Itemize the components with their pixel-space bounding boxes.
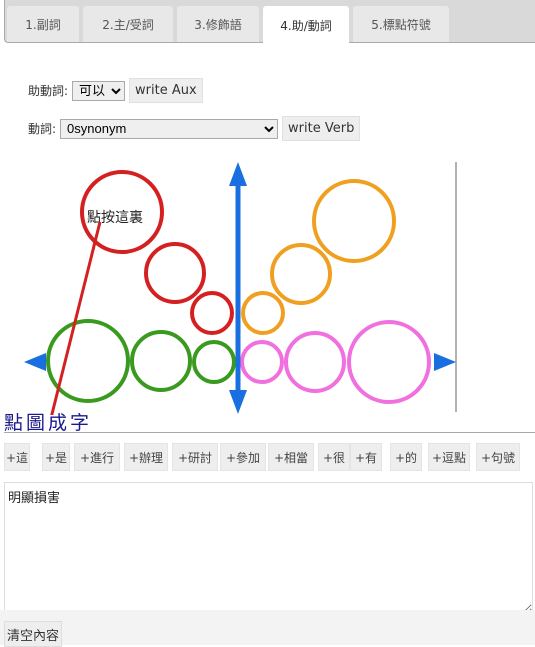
write-aux-button[interactable]: write Aux <box>129 78 203 103</box>
section-title: 點圖成字 <box>4 412 93 434</box>
tab-bar: 1.副詞 2.主/受詞 3.修飾語 4.助/動詞 5.標點符號 <box>4 0 535 44</box>
tab-adverb[interactable]: 1.副詞 <box>7 6 79 42</box>
bottom-bar <box>0 610 535 645</box>
word-button[interactable]: +很 <box>318 443 350 471</box>
click-here-annotation: 點按這裏 <box>87 209 143 226</box>
green-circle[interactable] <box>192 340 236 384</box>
clear-content-button[interactable]: 清空內容 <box>4 621 63 647</box>
word-button[interactable]: +是 <box>42 443 70 471</box>
red-circle[interactable] <box>190 291 234 335</box>
word-button[interactable]: +這 <box>4 443 30 471</box>
arrow-up-icon <box>229 162 247 186</box>
aux-label: 助動詞: <box>28 84 69 98</box>
verb-select[interactable]: 0synonym <box>60 118 279 139</box>
green-circle[interactable] <box>46 319 130 403</box>
word-button[interactable]: +句號 <box>476 443 520 471</box>
tab-subject-object[interactable]: 2.主/受詞 <box>83 6 173 42</box>
word-button[interactable]: +有 <box>350 443 382 471</box>
write-verb-button[interactable]: write Verb <box>282 116 361 141</box>
pink-circle[interactable] <box>347 320 431 404</box>
verb-label: 動詞: <box>28 122 57 136</box>
orange-circle[interactable] <box>312 179 396 263</box>
divider <box>4 432 535 433</box>
word-button[interactable]: +辦理 <box>124 443 168 471</box>
word-button[interactable]: +研討 <box>172 443 218 471</box>
tab-aux-verb[interactable]: 4.助/動詞 <box>263 6 349 44</box>
arrow-right-icon <box>434 353 456 371</box>
arrow-down-icon <box>229 390 247 414</box>
red-circle[interactable] <box>144 242 206 304</box>
pink-circle[interactable] <box>240 340 284 384</box>
word-button[interactable]: +逗點 <box>428 443 470 471</box>
arrow-left-icon <box>24 353 46 371</box>
word-button[interactable]: +參加 <box>220 443 266 471</box>
word-button[interactable]: +的 <box>390 443 422 471</box>
pink-circle[interactable] <box>284 331 346 393</box>
sentence-textarea[interactable]: 明顯損害 <box>4 482 533 614</box>
word-button[interactable]: +相當 <box>268 443 314 471</box>
green-circle[interactable] <box>130 330 192 392</box>
orange-circle[interactable] <box>270 243 332 305</box>
orange-circle[interactable] <box>241 291 285 335</box>
annotation-arrow <box>50 221 102 415</box>
word-button[interactable]: +進行 <box>74 443 120 471</box>
tab-modifier[interactable]: 3.修飾語 <box>177 6 259 42</box>
tab-punctuation[interactable]: 5.標點符號 <box>353 6 449 42</box>
word-diagram[interactable]: 點按這裏 <box>0 150 535 415</box>
aux-select[interactable]: 可以 <box>72 80 126 101</box>
